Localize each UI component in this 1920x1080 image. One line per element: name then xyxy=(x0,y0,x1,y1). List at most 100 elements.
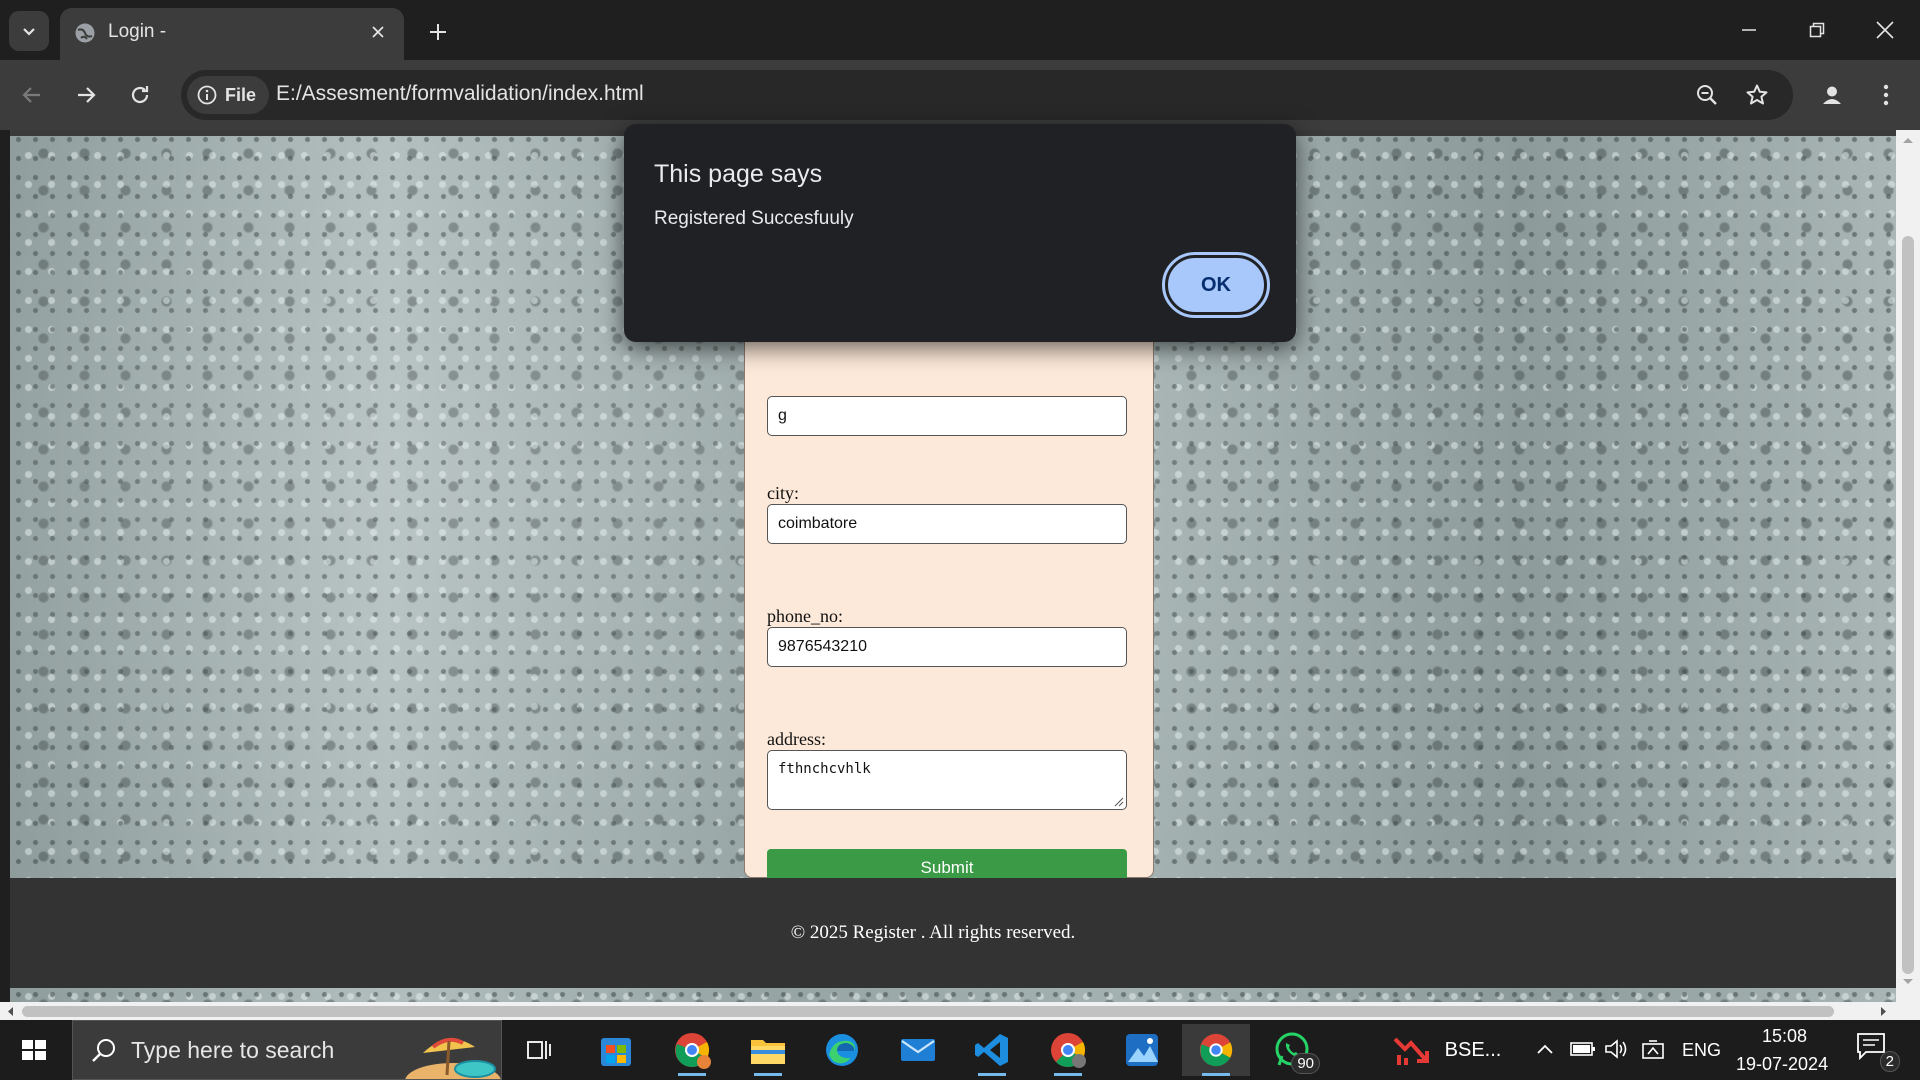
horizontal-scrollbar[interactable] xyxy=(0,1002,1920,1020)
address-bar[interactable]: File E:/Assesment/formvalidation/index.h… xyxy=(181,70,1793,120)
beach-umbrella-icon xyxy=(405,1037,501,1079)
address-label: address: xyxy=(767,729,826,749)
stock-down-icon xyxy=(1393,1037,1429,1065)
photos-icon xyxy=(1126,1034,1158,1066)
taskbar-chrome-profile-app[interactable] xyxy=(658,1024,726,1076)
phone-input[interactable]: 9876543210 xyxy=(767,627,1127,667)
taskbar-mail-app[interactable] xyxy=(884,1024,952,1076)
site-info-chip[interactable]: File xyxy=(187,76,269,114)
chevron-up-icon[interactable] xyxy=(1536,1042,1554,1056)
clock-time[interactable]: 15:08 xyxy=(1762,1026,1807,1047)
taskbar-chrome-active-app[interactable] xyxy=(1182,1024,1250,1076)
edge-icon xyxy=(826,1034,858,1066)
menu-button[interactable] xyxy=(1864,73,1908,117)
plus-icon xyxy=(430,24,446,40)
close-window-button[interactable] xyxy=(1850,0,1920,60)
dialog-message: Registered Succesfuuly xyxy=(654,208,854,229)
taskbar-whatsapp-app[interactable]: 90 xyxy=(1258,1024,1326,1076)
chrome-icon xyxy=(1051,1033,1086,1068)
taskbar-edge-app[interactable] xyxy=(808,1024,876,1076)
close-icon xyxy=(1876,21,1894,39)
vertical-scrollbar[interactable] xyxy=(1896,130,1920,1002)
task-view-button[interactable] xyxy=(506,1024,574,1076)
dialog-ok-button[interactable]: OK xyxy=(1162,252,1270,318)
task-view-icon xyxy=(527,1041,551,1059)
page-footer: © 2025 Register . All rights reserved. xyxy=(10,878,1896,988)
arrow-left-icon xyxy=(22,87,40,103)
minimize-button[interactable] xyxy=(1714,0,1784,60)
bse-label: BSE... xyxy=(1444,1038,1502,1061)
partial-input-field[interactable]: g xyxy=(767,396,1127,436)
city-input[interactable]: coimbatore xyxy=(767,504,1127,544)
reload-button[interactable] xyxy=(118,73,162,117)
zoom-button[interactable] xyxy=(1691,79,1723,111)
running-indicator xyxy=(978,1073,1006,1076)
vscode-icon xyxy=(975,1034,1008,1066)
running-indicator xyxy=(1054,1073,1082,1076)
reload-icon xyxy=(131,86,149,104)
arrow-right-icon xyxy=(78,87,96,103)
running-indicator xyxy=(1202,1073,1230,1076)
tab-login[interactable]: Login - xyxy=(60,8,404,60)
tab-title: Login - xyxy=(108,21,167,42)
site-info-label: File xyxy=(225,84,257,105)
notification-count: 2 xyxy=(1879,1051,1900,1072)
restore-button[interactable] xyxy=(1782,0,1852,60)
search-icon xyxy=(92,1039,115,1062)
browser-toolbar: File E:/Assesment/formvalidation/index.h… xyxy=(0,60,1920,130)
chrome-icon xyxy=(675,1033,711,1069)
partial-input-value: g xyxy=(778,407,787,424)
city-label: city: xyxy=(767,483,799,503)
address-textarea[interactable]: fthnchcvhlk xyxy=(767,750,1127,810)
language-indicator[interactable]: ENG xyxy=(1682,1040,1721,1061)
chevron-down-icon xyxy=(23,28,35,36)
taskbar-vscode-app[interactable] xyxy=(958,1024,1026,1076)
taskbar-file-explorer-app[interactable] xyxy=(734,1024,802,1076)
taskbar-bse-widget[interactable]: BSE... xyxy=(1382,1024,1512,1076)
resize-grip-icon[interactable] xyxy=(1114,797,1124,807)
alert-dialog: This page says Registered Succesfuuly OK xyxy=(624,124,1296,342)
zoom-out-icon xyxy=(1697,85,1717,105)
windows-taskbar: Type here to search 90 BSE... ENG 15:08 … xyxy=(0,1020,1920,1080)
back-button[interactable] xyxy=(10,73,54,117)
taskbar-chrome-second-app[interactable] xyxy=(1034,1024,1102,1076)
running-indicator xyxy=(678,1073,706,1076)
url-text[interactable]: E:/Assesment/formvalidation/index.html xyxy=(276,82,644,106)
microsoft-store-icon xyxy=(601,1038,631,1066)
bookmark-button[interactable] xyxy=(1741,79,1773,111)
taskbar-store-app[interactable] xyxy=(582,1024,650,1076)
whatsapp-badge: 90 xyxy=(1291,1053,1320,1074)
windows-start-icon[interactable] xyxy=(14,1032,54,1068)
restore-icon xyxy=(1809,22,1825,38)
profile-button[interactable] xyxy=(1810,73,1854,117)
tab-close-button[interactable] xyxy=(366,20,390,44)
scroll-down-icon[interactable] xyxy=(1902,978,1914,986)
scroll-up-icon[interactable] xyxy=(1902,136,1914,144)
dialog-title: This page says xyxy=(654,160,823,188)
new-tab-button[interactable] xyxy=(420,14,456,50)
volume-icon[interactable] xyxy=(1604,1038,1630,1060)
scroll-right-icon[interactable] xyxy=(1880,1006,1888,1017)
tab-search-button[interactable] xyxy=(9,11,49,51)
network-icon[interactable] xyxy=(1640,1038,1666,1062)
scroll-left-icon[interactable] xyxy=(6,1006,14,1017)
info-icon xyxy=(197,85,217,105)
chrome-icon xyxy=(1199,1033,1233,1067)
globe-icon xyxy=(75,23,95,43)
battery-icon[interactable] xyxy=(1570,1040,1596,1058)
taskbar-photos-app[interactable] xyxy=(1108,1024,1176,1076)
vertical-scroll-thumb[interactable] xyxy=(1902,236,1914,974)
phone-label: phone_no: xyxy=(767,606,843,626)
clock-date[interactable]: 19-07-2024 xyxy=(1736,1054,1828,1075)
horizontal-scroll-thumb[interactable] xyxy=(22,1006,1834,1017)
notifications-button[interactable]: 2 xyxy=(1856,1032,1900,1072)
search-placeholder: Type here to search xyxy=(131,1037,335,1063)
taskbar-search-box[interactable]: Type here to search xyxy=(72,1020,502,1080)
mail-icon xyxy=(901,1039,935,1061)
folder-icon xyxy=(751,1040,785,1064)
minimize-icon xyxy=(1742,29,1756,31)
star-icon xyxy=(1746,84,1768,105)
phone-value: 9876543210 xyxy=(778,638,867,655)
forward-button[interactable] xyxy=(64,73,108,117)
profile-icon xyxy=(1819,82,1845,108)
